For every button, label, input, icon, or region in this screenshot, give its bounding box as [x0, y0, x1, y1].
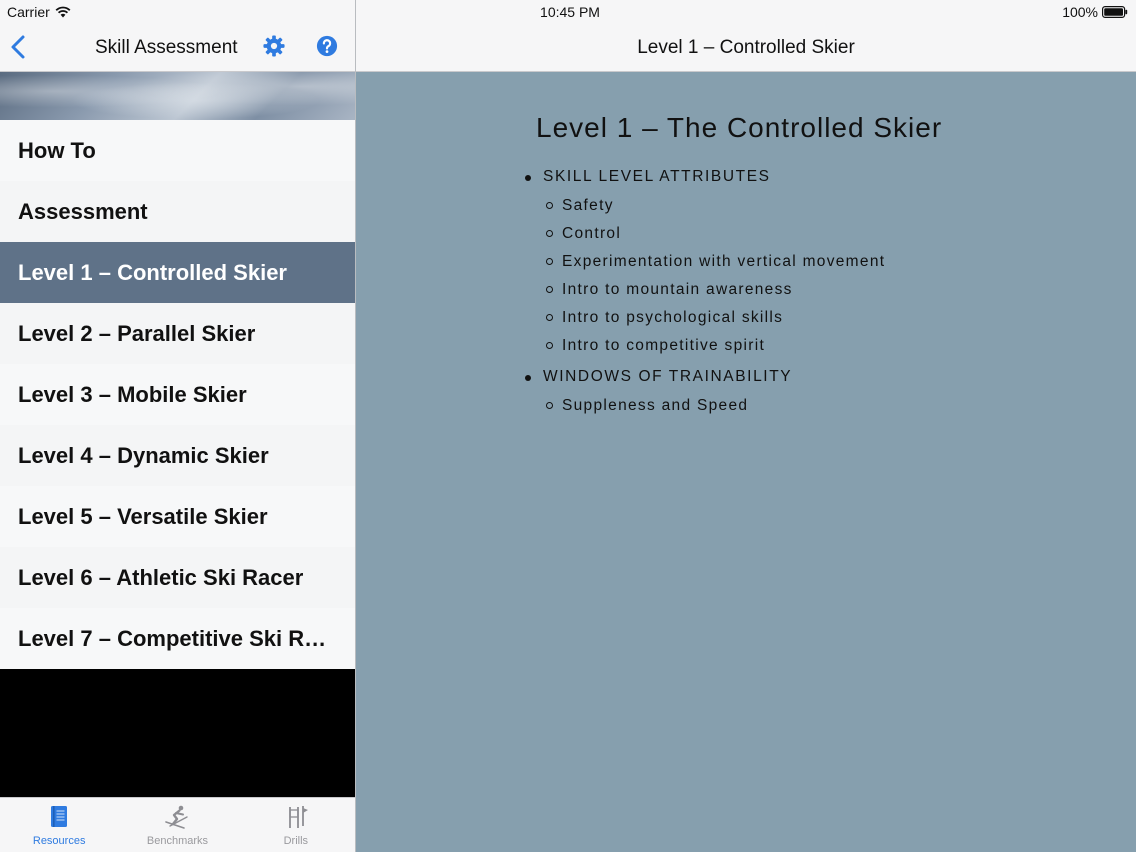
list-item-level[interactable]: Assessment — [0, 181, 355, 242]
attribute-item: Safety — [543, 192, 885, 220]
list-item-level[interactable]: Level 4 – Dynamic Skier — [0, 425, 355, 486]
detail-title: Level 1 – Controlled Skier — [637, 37, 855, 58]
help-icon[interactable] — [316, 35, 338, 57]
tab-label: Drills — [283, 835, 309, 847]
list-item-label: Level 7 – Competitive Ski Racer — [18, 625, 336, 651]
battery-percent: 100% — [1062, 4, 1098, 20]
list-item-label: Assessment — [18, 198, 148, 224]
list-item-level[interactable]: Level 3 – Mobile Skier — [0, 364, 355, 425]
level-list: How To Assessment Level 1 – Controlled Ski… — [0, 120, 355, 669]
book-icon — [51, 806, 68, 827]
list-item-level[interactable]: Level 6 – Athletic Ski Racer — [0, 547, 355, 608]
detail-navigation-bar: 10:45 PM 100% Level 1 – Controlled Skier — [356, 0, 1136, 72]
tab-resources[interactable]: Resources — [0, 798, 118, 852]
list-item-level[interactable]: Level 5 – Versatile Skier — [0, 486, 355, 547]
section-title: SKILL LEVEL ATTRIBUTES — [543, 168, 771, 185]
section-item: SKILL LEVEL ATTRIBUTES Safety Control Exper… — [523, 168, 885, 360]
gear-icon[interactable] — [263, 35, 285, 57]
mountain-banner-image — [0, 72, 355, 120]
list-item-level[interactable]: How To — [0, 120, 355, 181]
attribute-list: Suppleness and Speed — [543, 392, 885, 420]
gates-icon — [288, 806, 308, 828]
status-carrier: Carrier — [7, 4, 71, 20]
list-item-label: Level 3 – Mobile Skier — [18, 381, 247, 407]
tab-drills[interactable]: Drills — [237, 798, 355, 852]
status-battery: 100% — [1062, 4, 1128, 20]
tab-label: Benchmarks — [146, 835, 209, 847]
list-item-level[interactable]: Level 2 – Parallel Skier — [0, 303, 355, 364]
list-item-level[interactable]: Level 1 – Controlled Skier — [0, 242, 355, 303]
section-item: WINDOWS OF TRAINABILITY Suppleness and Sp… — [523, 368, 885, 420]
master-pane: Carrier Skill Assessment How To Assessme… — [0, 0, 355, 852]
list-item-label: Level 4 – Dynamic Skier — [18, 442, 269, 468]
list-item-level[interactable]: Level 7 – Competitive Ski Racer — [0, 608, 355, 669]
list-item-label: Level 1 – Controlled Skier — [18, 259, 287, 285]
tab-bar: Resources Benchmarks Drills — [0, 797, 355, 852]
attribute-item: Suppleness and Speed — [543, 392, 885, 420]
list-item-label: Level 6 – Athletic Ski Racer — [18, 564, 304, 590]
skier-icon — [165, 805, 189, 829]
detail-pane: 10:45 PM 100% Level 1 – Controlled Skier… — [356, 0, 1136, 852]
attribute-item: Intro to competitive spirit — [543, 332, 885, 360]
master-title: Skill Assessment — [95, 37, 238, 58]
attribute-list: Safety Control Experimentation with vertic… — [543, 192, 885, 360]
attribute-item: Control — [543, 220, 885, 248]
section-list: SKILL LEVEL ATTRIBUTES Safety Control Exper… — [523, 168, 885, 428]
tab-label: Resources — [32, 835, 86, 847]
battery-icon — [1102, 6, 1128, 18]
list-item-label: Level 5 – Versatile Skier — [18, 503, 268, 529]
wifi-icon — [55, 6, 71, 18]
attribute-item: Experimentation with vertical movement — [543, 248, 885, 276]
status-time: 10:45 PM — [540, 4, 600, 20]
carrier-label: Carrier — [7, 4, 50, 20]
content-heading: Level 1 – The Controlled Skier — [536, 112, 943, 143]
attribute-item: Intro to mountain awareness — [543, 276, 885, 304]
back-chevron-icon[interactable] — [8, 34, 28, 60]
tab-benchmarks[interactable]: Benchmarks — [118, 798, 236, 852]
list-item-label: How To — [18, 137, 96, 163]
master-navigation-bar: Carrier Skill Assessment — [0, 0, 355, 72]
attribute-item: Intro to psychological skills — [543, 304, 885, 332]
section-title: WINDOWS OF TRAINABILITY — [543, 368, 793, 385]
list-item-label: Level 2 – Parallel Skier — [18, 320, 256, 346]
